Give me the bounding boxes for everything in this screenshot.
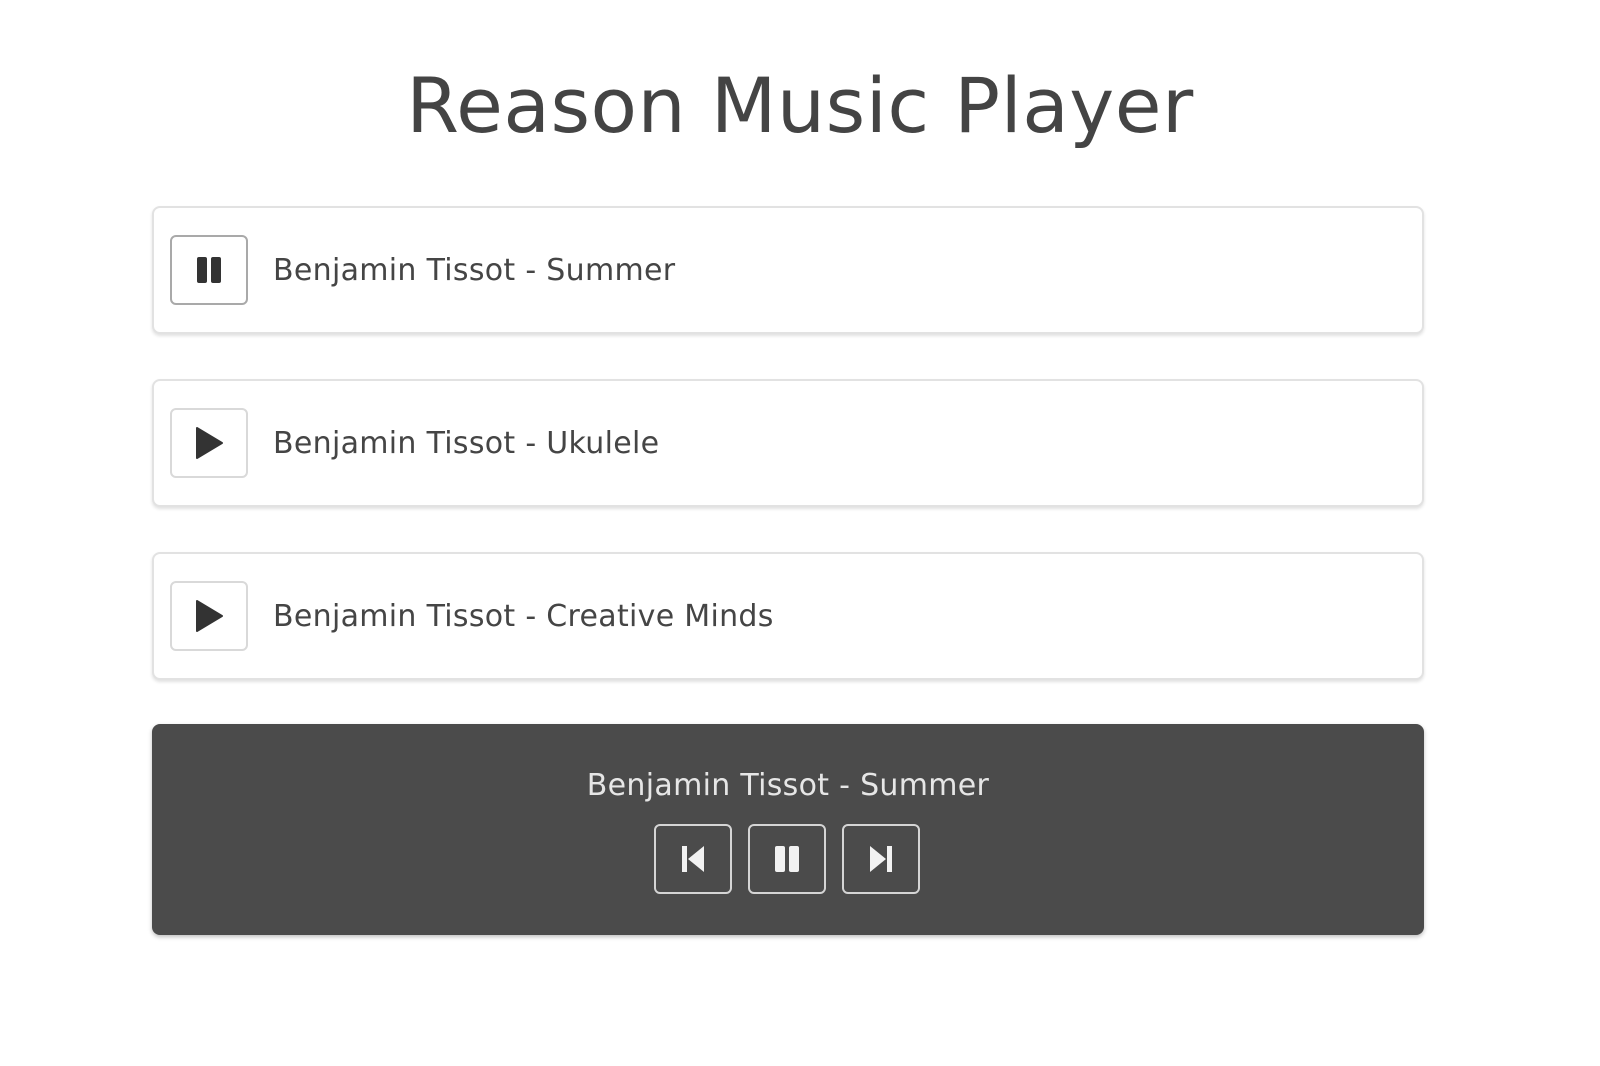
play-pause-button[interactable]	[748, 824, 826, 894]
track-play-button[interactable]	[170, 408, 248, 478]
next-button[interactable]	[842, 824, 920, 894]
pause-icon	[195, 256, 223, 284]
track-item-summer[interactable]: Benjamin Tissot - Summer	[152, 206, 1424, 334]
page-title: Reason Music Player	[406, 61, 1194, 150]
previous-button[interactable]	[654, 824, 732, 894]
now-playing-title: Benjamin Tissot - Summer	[586, 768, 990, 803]
track-label: Benjamin Tissot - Summer	[273, 252, 676, 288]
pause-icon	[773, 845, 801, 873]
player-bar: Benjamin Tissot - Summer	[152, 724, 1424, 935]
play-icon	[194, 599, 224, 633]
track-label: Benjamin Tissot - Creative Minds	[273, 598, 774, 634]
player-controls	[654, 824, 920, 894]
track-pause-button[interactable]	[170, 235, 248, 305]
track-item-ukulele[interactable]: Benjamin Tissot - Ukulele	[152, 379, 1424, 507]
track-label: Benjamin Tissot - Ukulele	[273, 425, 660, 461]
play-icon	[194, 426, 224, 460]
skip-previous-icon	[680, 845, 706, 873]
track-play-button[interactable]	[170, 581, 248, 651]
playlist: Benjamin Tissot - Summer Benjamin Tissot…	[152, 206, 1424, 725]
skip-next-icon	[868, 845, 894, 873]
track-item-creative-minds[interactable]: Benjamin Tissot - Creative Minds	[152, 552, 1424, 680]
